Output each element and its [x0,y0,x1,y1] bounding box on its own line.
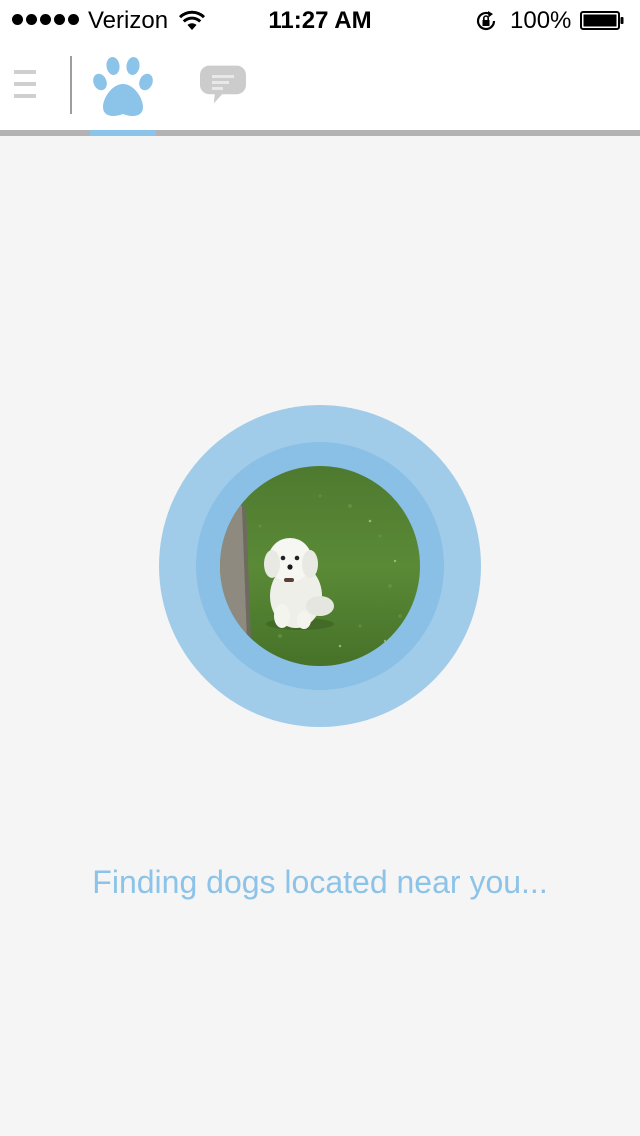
battery-icon [580,11,624,30]
nav-bar [0,40,640,130]
finding-dogs-message: Finding dogs located near you... [92,864,548,900]
battery-percentage: 100% [510,7,572,34]
rotation-lock-icon [476,11,496,31]
hamburger-icon [14,70,36,74]
tab-messages[interactable] [198,62,250,110]
chat-bubble-icon [200,65,246,104]
dog-photo [220,466,420,666]
tab-find-dogs[interactable] [88,54,158,120]
radar-inner-ring [196,442,444,690]
nav-divider [70,56,72,114]
search-radar [159,405,481,727]
active-tab-indicator [90,130,156,136]
paw-icon [93,57,153,116]
hamburger-menu-button[interactable] [8,64,42,104]
status-bar: Verizon 11:27 AM 100% [0,0,640,40]
